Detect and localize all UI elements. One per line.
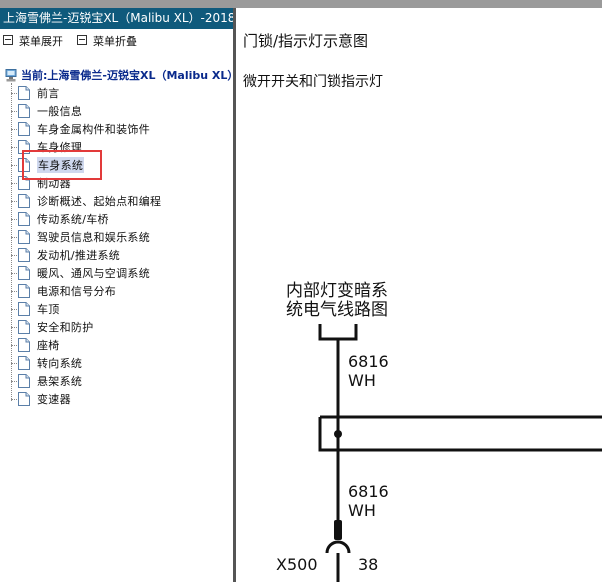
tree-item-label: 发动机/推进系统 xyxy=(37,249,121,262)
tree-item[interactable]: 驾驶员信息和娱乐系统 xyxy=(11,228,150,246)
tree-item-label: 诊断概述、起始点和编程 xyxy=(37,195,162,208)
tree-item[interactable]: 车身金属构件和装饰件 xyxy=(11,120,150,138)
window-title-bar: 上海雪佛兰-迈锐宝XL（Malibu XL）-2018-2 xyxy=(0,8,233,29)
connector-pin-symbol xyxy=(325,540,351,554)
tree-branch-line xyxy=(11,326,17,328)
tree-branch-line xyxy=(11,164,17,166)
tree-item-label: 车顶 xyxy=(37,303,60,316)
collapse-icon xyxy=(77,35,87,45)
diagram-ref-line1[interactable]: 内部灯变暗系 xyxy=(286,281,388,301)
tree-item[interactable]: 悬架系统 xyxy=(11,372,82,390)
tree-branch-line xyxy=(11,146,17,148)
expand-menu-button[interactable]: 菜单展开 xyxy=(3,33,63,49)
reference-bracket xyxy=(318,324,358,341)
collapse-menu-button[interactable]: 菜单折叠 xyxy=(77,33,137,49)
tree-branch-line xyxy=(11,92,17,94)
wire2-color: WH xyxy=(348,501,376,520)
tree-item[interactable]: 变速器 xyxy=(11,390,71,408)
tree-item[interactable]: 转向系统 xyxy=(11,354,82,372)
document-icon xyxy=(18,266,30,280)
tree-item-label: 转向系统 xyxy=(37,357,83,370)
tree-root-label: 当前:上海雪佛兰-迈锐宝XL（Malibu XL）- xyxy=(21,69,233,82)
expand-icon xyxy=(3,35,13,45)
tree-branch-line xyxy=(11,254,17,256)
window-title: 上海雪佛兰-迈锐宝XL（Malibu XL）-2018-2 xyxy=(3,11,233,25)
tree-item-label: 座椅 xyxy=(37,339,60,352)
tree-item[interactable]: 传动系统/车桥 xyxy=(11,210,109,228)
collapse-menu-label: 菜单折叠 xyxy=(93,35,137,48)
document-icon xyxy=(18,392,30,406)
tree-branch-line xyxy=(11,218,17,220)
tree-branch-line xyxy=(11,344,17,346)
tree-branch-line xyxy=(11,272,17,274)
tree-item-label: 车身金属构件和装饰件 xyxy=(37,123,150,136)
tree-item[interactable]: 安全和防护 xyxy=(11,318,94,336)
top-strip xyxy=(0,0,602,8)
diagram-ref-line2[interactable]: 统电气线路图 xyxy=(286,300,388,320)
tree-item[interactable]: 电源和信号分布 xyxy=(11,282,116,300)
navigation-pane: 上海雪佛兰-迈锐宝XL（Malibu XL）-2018-2 菜单展开 菜单折叠 … xyxy=(0,8,233,582)
document-icon xyxy=(18,302,30,316)
connector-pin-terminal xyxy=(334,520,342,540)
document-icon xyxy=(18,356,30,370)
tree-item-label: 前言 xyxy=(37,87,60,100)
tree-item-label: 悬架系统 xyxy=(37,375,83,388)
tree-item-label: 暖风、通风与空调系统 xyxy=(37,267,150,280)
tree-item[interactable]: 发动机/推进系统 xyxy=(11,246,120,264)
tree-item[interactable]: 车顶 xyxy=(11,300,60,318)
tree-branch-line xyxy=(11,398,17,400)
tree-branch-line xyxy=(11,362,17,364)
tree-item-label: 驾驶员信息和娱乐系统 xyxy=(37,231,150,244)
document-icon xyxy=(18,194,30,208)
tree-branch-line xyxy=(11,290,17,292)
wire2-number: 6816 xyxy=(348,482,389,501)
splice-dot xyxy=(334,430,342,438)
tree-branch-line xyxy=(11,128,17,130)
menu-toolbar: 菜单展开 菜单折叠 xyxy=(0,31,233,49)
tree-branch-line xyxy=(11,308,17,310)
document-icon xyxy=(18,320,30,334)
document-icon xyxy=(18,122,30,136)
tree-branch-line xyxy=(11,110,17,112)
expand-menu-label: 菜单展开 xyxy=(19,35,63,48)
document-icon xyxy=(18,230,30,244)
tree-branch-line xyxy=(11,200,17,202)
wire1-color: WH xyxy=(348,371,376,390)
tree-branch-line xyxy=(11,182,17,184)
tree-item-label: 一般信息 xyxy=(37,105,83,118)
tree-branch-line xyxy=(11,380,17,382)
wiring-diagram: 内部灯变暗系 统电气线路图 6816 WH 6816 WH X500 38 xyxy=(276,281,602,582)
tree-item-label: 传动系统/车桥 xyxy=(37,213,109,226)
wire1-number: 6816 xyxy=(348,352,389,371)
document-icon xyxy=(18,248,30,262)
tree-item[interactable]: 一般信息 xyxy=(11,102,82,120)
tree-branch-line xyxy=(11,236,17,238)
tree-item[interactable]: 诊断概述、起始点和编程 xyxy=(11,192,161,210)
document-icon xyxy=(18,338,30,352)
tree-item[interactable]: 暖风、通风与空调系统 xyxy=(11,264,150,282)
tree-item-label: 安全和防护 xyxy=(37,321,94,334)
document-icon xyxy=(18,104,30,118)
tree-item-label: 电源和信号分布 xyxy=(37,285,117,298)
tree-item-label: 变速器 xyxy=(37,393,71,406)
document-icon xyxy=(18,86,30,100)
document-icon xyxy=(18,374,30,388)
tree-root-node[interactable]: 当前:上海雪佛兰-迈锐宝XL（Malibu XL）- xyxy=(5,67,233,83)
connector-id: X500 xyxy=(276,555,318,574)
computer-icon xyxy=(5,68,17,81)
selection-highlight-box xyxy=(22,150,102,180)
document-icon xyxy=(18,284,30,298)
document-pane: 门锁/指示灯示意图 微开开关和门锁指示灯 内部灯变暗系 统电气线路图 6816 … xyxy=(236,8,602,582)
document-icon xyxy=(18,212,30,226)
connector-pin-number: 38 xyxy=(358,555,378,574)
tree-item[interactable]: 座椅 xyxy=(11,336,60,354)
tree-item[interactable]: 前言 xyxy=(11,84,60,102)
splice-pack xyxy=(318,415,602,452)
